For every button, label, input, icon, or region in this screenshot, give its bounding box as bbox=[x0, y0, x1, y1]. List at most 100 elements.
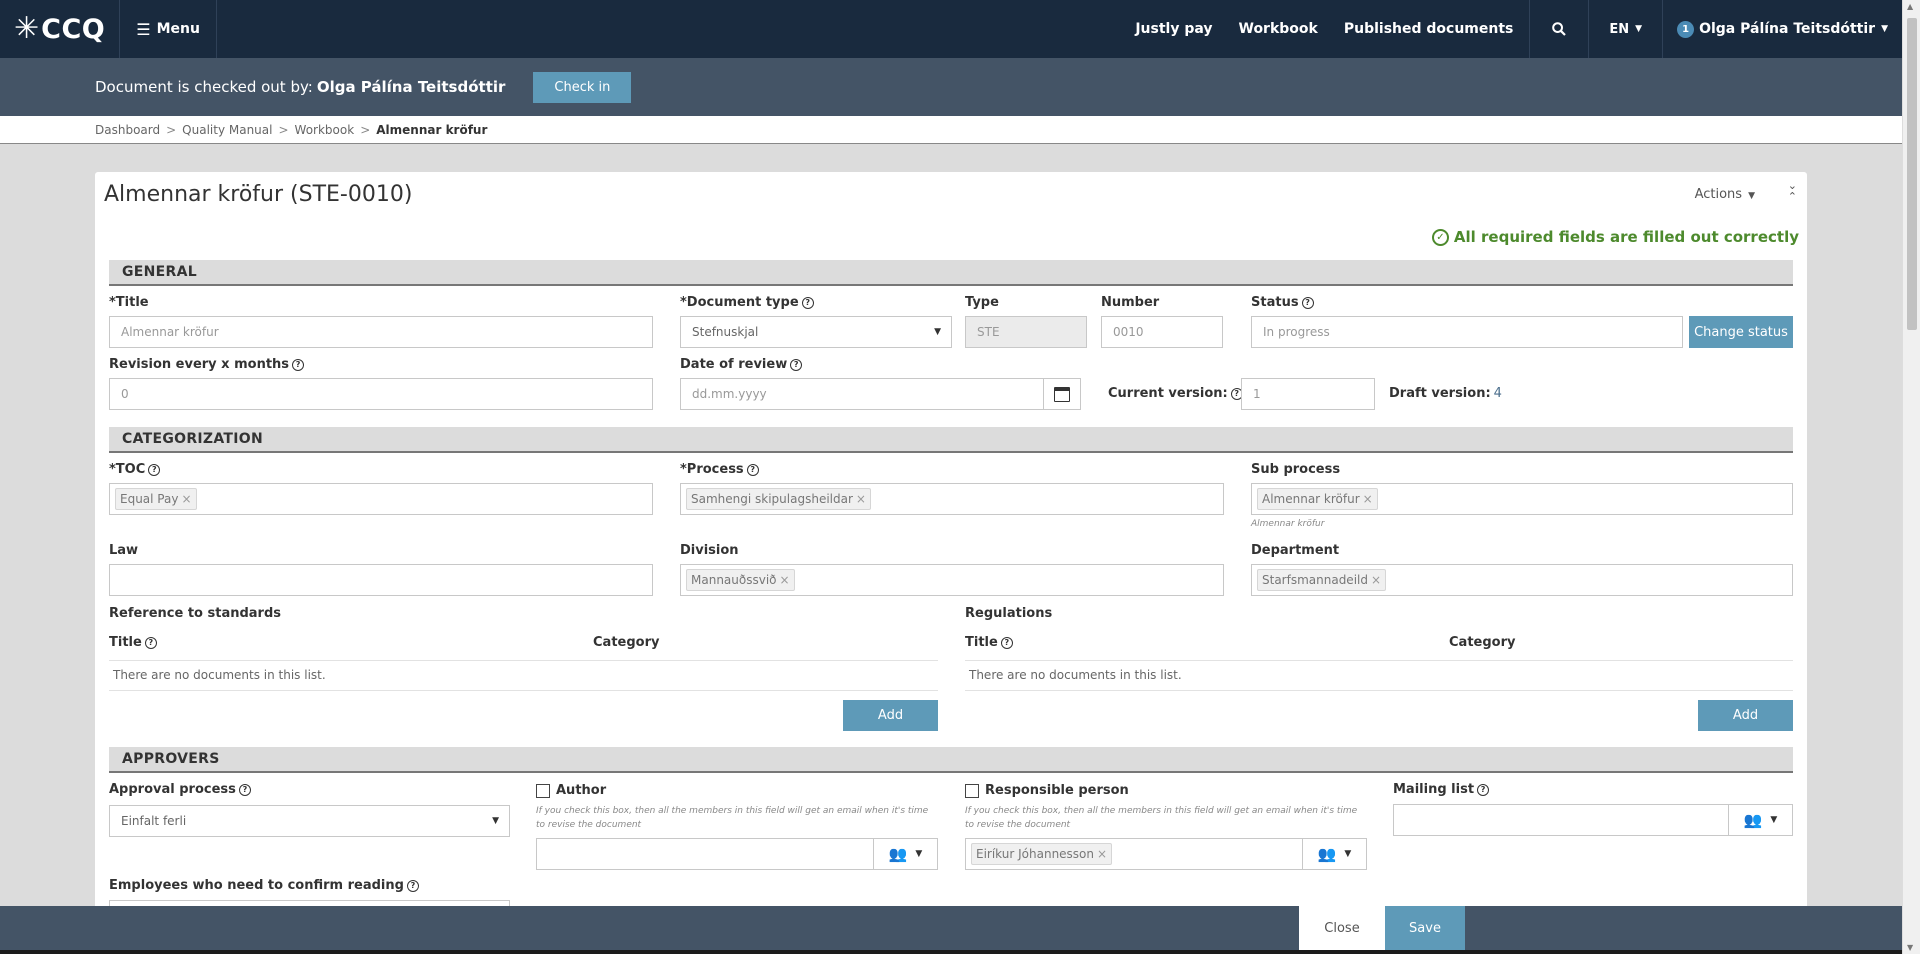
department-tag-text: Starfsmannadeild bbox=[1262, 573, 1368, 587]
help-icon[interactable]: ? bbox=[144, 636, 157, 649]
section-categorization: CATEGORIZATION bbox=[109, 427, 1793, 453]
help-icon[interactable]: ? bbox=[148, 463, 161, 476]
checkout-text: Document is checked out by: bbox=[95, 78, 313, 96]
remove-tag-icon[interactable]: × bbox=[780, 573, 790, 587]
process-tag-input[interactable]: Samhengi skipulagsheildar × bbox=[680, 483, 1224, 515]
remove-tag-icon[interactable]: × bbox=[1363, 492, 1373, 506]
scroll-down-icon[interactable]: ▼ bbox=[1907, 943, 1913, 952]
regulations-col-title-text: Title bbox=[965, 635, 998, 650]
remove-tag-icon[interactable]: × bbox=[1097, 847, 1107, 861]
calendar-button[interactable] bbox=[1043, 378, 1081, 410]
checkout-user: Olga Pálína Teitsdóttir bbox=[316, 78, 506, 96]
caret-down-icon: ▼ bbox=[1635, 24, 1643, 34]
bottom-action-bar: Close Save bbox=[0, 906, 1902, 950]
approval-process-label: Approval process? bbox=[109, 782, 251, 797]
regulations-col-category: Category bbox=[1449, 635, 1516, 650]
standards-col-category: Category bbox=[593, 635, 660, 650]
breadcrumb-separator: > bbox=[166, 122, 177, 137]
scroll-up-icon[interactable]: ▲ bbox=[1907, 2, 1913, 11]
help-icon[interactable]: ? bbox=[1301, 296, 1314, 309]
standards-heading: Reference to standards bbox=[109, 606, 282, 621]
actions-dropdown[interactable]: Actions ▼ bbox=[1695, 187, 1755, 202]
remove-tag-icon[interactable]: × bbox=[1371, 573, 1381, 587]
remove-tag-icon[interactable]: × bbox=[856, 492, 866, 506]
document-type-select[interactable]: Stefnuskjal ▼ bbox=[680, 316, 952, 348]
responsible-input[interactable]: Eiríkur Jóhannesson × 👥 ▼ bbox=[965, 838, 1367, 870]
collapse-toggle[interactable]: ⌄ ⌃ bbox=[1788, 180, 1797, 202]
help-icon[interactable]: ? bbox=[746, 463, 759, 476]
draft-version-value: 4 bbox=[1493, 386, 1502, 401]
help-icon[interactable]: ? bbox=[790, 358, 803, 371]
add-standard-button[interactable]: Add bbox=[843, 700, 938, 731]
law-label: Law bbox=[109, 543, 139, 558]
number-input[interactable]: 0010 bbox=[1101, 316, 1223, 348]
department-tag-input[interactable]: Starfsmannadeild × bbox=[1251, 564, 1793, 596]
caret-down-icon: ▼ bbox=[1770, 815, 1778, 825]
department-tag: Starfsmannadeild × bbox=[1257, 569, 1387, 591]
help-icon[interactable]: ? bbox=[801, 296, 814, 309]
standards-col-title: Title? bbox=[109, 635, 157, 650]
mailing-list-input[interactable]: 👥 ▼ bbox=[1393, 804, 1793, 836]
nav-link-published-documents[interactable]: Published documents bbox=[1331, 0, 1530, 58]
author-people-picker[interactable]: 👥 ▼ bbox=[873, 839, 937, 869]
brand-logo[interactable]: ✳ CCQ bbox=[0, 0, 121, 58]
division-label: Division bbox=[680, 543, 739, 558]
revision-label: Revision every x months? bbox=[109, 357, 305, 372]
save-button[interactable]: Save bbox=[1385, 906, 1465, 950]
caret-down-icon: ▼ bbox=[934, 327, 941, 337]
breadcrumb-workbook[interactable]: Workbook bbox=[295, 123, 355, 137]
responsible-tag-text: Eiríkur Jóhannesson bbox=[976, 847, 1095, 861]
sub-process-hint: Almennar kröfur bbox=[1251, 519, 1325, 529]
sub-process-tag-input[interactable]: Almennar kröfur × bbox=[1251, 483, 1793, 515]
help-icon[interactable]: ? bbox=[406, 879, 419, 892]
number-label: Number bbox=[1101, 295, 1160, 310]
top-navbar: ✳ CCQ ☰ Menu Justly pay Workbook Publish… bbox=[0, 0, 1902, 58]
nav-link-workbook[interactable]: Workbook bbox=[1226, 0, 1331, 58]
title-input[interactable]: Almennar kröfur bbox=[109, 316, 653, 348]
caret-down-icon: ▼ bbox=[492, 816, 499, 826]
law-input[interactable] bbox=[109, 564, 653, 596]
toc-tag-input[interactable]: Equal Pay × bbox=[109, 483, 653, 515]
language-label: EN bbox=[1609, 21, 1630, 37]
add-regulation-button[interactable]: Add bbox=[1698, 700, 1793, 731]
breadcrumb-dashboard[interactable]: Dashboard bbox=[95, 123, 160, 137]
remove-tag-icon[interactable]: × bbox=[181, 492, 191, 506]
help-icon[interactable]: ? bbox=[292, 358, 305, 371]
type-label: Type bbox=[965, 295, 999, 310]
revision-input[interactable]: 0 bbox=[109, 378, 653, 410]
caret-down-icon: ▼ bbox=[1344, 849, 1352, 859]
responsible-checkbox[interactable] bbox=[965, 784, 979, 798]
breadcrumb-quality-manual[interactable]: Quality Manual bbox=[182, 123, 272, 137]
language-dropdown[interactable]: EN ▼ bbox=[1589, 0, 1662, 58]
change-status-button[interactable]: Change status bbox=[1689, 316, 1793, 348]
author-input[interactable]: 👥 ▼ bbox=[536, 838, 938, 870]
regulations-empty-text: There are no documents in this list. bbox=[969, 668, 1182, 682]
users-icon: 👥 bbox=[1743, 811, 1763, 829]
responsible-label: Responsible person bbox=[985, 783, 1129, 798]
toc-label: *TOC? bbox=[109, 462, 161, 477]
help-icon[interactable]: ? bbox=[238, 783, 251, 796]
menu-button[interactable]: ☰ Menu bbox=[120, 0, 217, 58]
search-button[interactable] bbox=[1530, 0, 1588, 58]
scrollbar-thumb[interactable] bbox=[1907, 18, 1917, 330]
help-icon[interactable]: ? bbox=[1000, 636, 1013, 649]
sub-process-tag: Almennar kröfur × bbox=[1257, 488, 1378, 510]
document-type-label: *Document type? bbox=[680, 295, 814, 310]
approval-process-select[interactable]: Einfalt ferli ▼ bbox=[109, 805, 510, 837]
mailing-people-picker[interactable]: 👥 ▼ bbox=[1728, 805, 1792, 835]
user-menu[interactable]: 1 Olga Pálína Teitsdóttir ▼ bbox=[1663, 0, 1902, 58]
nav-link-justly-pay[interactable]: Justly pay bbox=[1122, 0, 1225, 58]
help-icon[interactable]: ? bbox=[1477, 783, 1490, 796]
calendar-icon bbox=[1054, 386, 1070, 402]
author-checkbox[interactable] bbox=[536, 784, 550, 798]
check-in-button[interactable]: Check in bbox=[533, 71, 632, 103]
vertical-scrollbar[interactable]: ▲ ▼ bbox=[1902, 0, 1920, 954]
table-divider bbox=[109, 690, 938, 691]
table-divider bbox=[965, 690, 1793, 691]
responsible-people-picker[interactable]: 👥 ▼ bbox=[1302, 839, 1366, 869]
close-button[interactable]: Close bbox=[1299, 906, 1385, 950]
caret-down-icon: ▼ bbox=[915, 849, 923, 859]
division-tag-input[interactable]: Mannauðssvið × bbox=[680, 564, 1224, 596]
regulations-col-title: Title? bbox=[965, 635, 1013, 650]
review-date-input[interactable]: dd.mm.yyyy bbox=[680, 378, 1044, 410]
